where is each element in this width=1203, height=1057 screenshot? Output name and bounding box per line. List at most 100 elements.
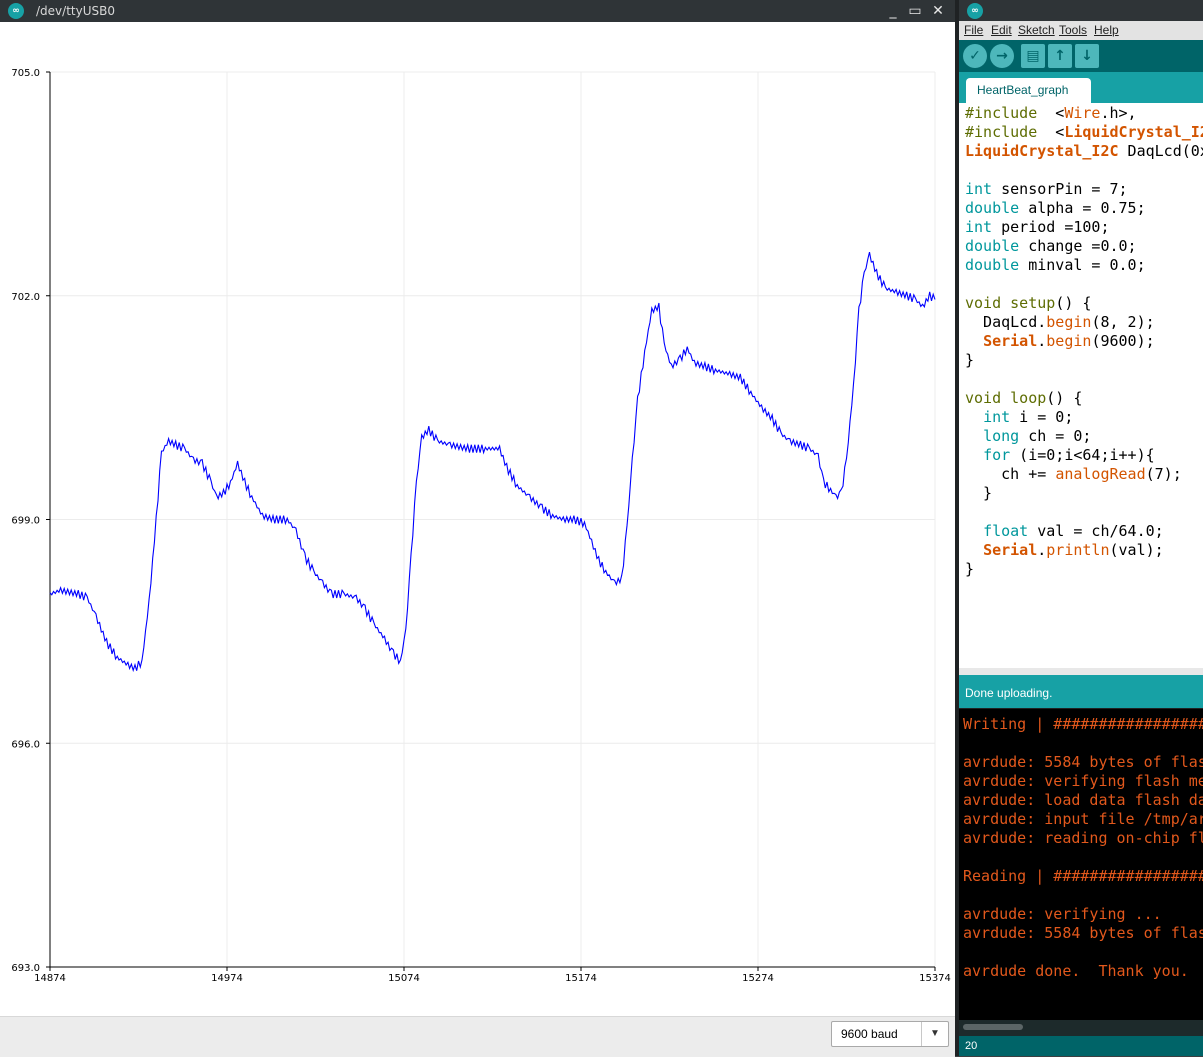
code-token: for: [983, 446, 1011, 464]
console-line: avrdude: reading on-chip flash data:: [963, 829, 1203, 847]
chart-ticks: 14874 14974 15074 15174 15274 15374 705.0 702.0…: [11, 68, 951, 984]
console-line: avrdude done. Thank you.: [963, 962, 1189, 980]
tab-heartbeat-graph[interactable]: HeartBeat_graph: [966, 78, 1091, 103]
code-line[interactable]: Serial.begin(9600);: [965, 332, 1155, 350]
code-line[interactable]: #include <LiquidCrystal_I2C.h>: [965, 123, 1203, 141]
code-token: (9600);: [1091, 332, 1155, 350]
code-line[interactable]: }: [965, 484, 992, 502]
menu-sketch[interactable]: Sketch: [1018, 23, 1055, 37]
menu-tools[interactable]: Tools: [1059, 23, 1087, 37]
plotter-titlebar: ∞ /dev/ttyUSB0 _ ▭ ✕: [0, 0, 955, 22]
code-token: Wire: [1064, 104, 1101, 122]
status-message: Done uploading.: [965, 686, 1053, 700]
editor-console-splitter[interactable]: [959, 668, 1203, 675]
baud-rate-select[interactable]: 9600 baud ▼: [831, 1021, 949, 1047]
serial-plot-chart: 14874 14974 15074 15174 15274 15374 705.0 702.0…: [11, 68, 951, 984]
code-token: DaqLcd.: [965, 313, 1047, 331]
checkmark-icon: ✓: [969, 48, 981, 64]
verify-button[interactable]: ✓: [963, 44, 987, 68]
code-line[interactable]: for (i=0;i<64;i++){: [965, 446, 1155, 464]
code-line[interactable]: int sensorPin = 7;: [965, 180, 1128, 198]
code-token: double: [965, 237, 1020, 255]
code-token: LiquidCrystal_I2C: [1064, 123, 1203, 141]
arduino-logo-icon: ∞: [967, 3, 983, 19]
baud-rate-value: 9600 baud: [841, 1027, 898, 1041]
code-line[interactable]: #include <Wire.h>,: [965, 104, 1137, 122]
code-line[interactable]: float val = ch/64.0;: [965, 522, 1164, 540]
code-token: () {: [1046, 389, 1083, 407]
menu-file[interactable]: File: [964, 23, 983, 37]
code-token: .: [1037, 332, 1047, 350]
new-sketch-button[interactable]: ▤: [1021, 44, 1045, 68]
arrow-down-icon: ↓: [1081, 48, 1093, 64]
code-line[interactable]: int i = 0;: [965, 408, 1073, 426]
sketch-source-code[interactable]: #include <Wire.h>, #include <LiquidCryst…: [965, 104, 1203, 579]
code-token: void: [965, 389, 1002, 407]
code-line[interactable]: }: [965, 560, 974, 578]
code-editor[interactable]: #include <Wire.h>, #include <LiquidCryst…: [959, 103, 1203, 668]
code-line[interactable]: Serial.println(val);: [965, 541, 1164, 559]
code-token: ch +=: [965, 465, 1056, 483]
open-button[interactable]: ↑: [1048, 44, 1072, 68]
console-line: Reading | ##############################…: [963, 867, 1203, 885]
line-number-bar: 20: [959, 1036, 1203, 1056]
code-token: int: [965, 218, 993, 236]
code-line[interactable]: double alpha = 0.75;: [965, 199, 1146, 217]
code-token: int: [983, 408, 1011, 426]
minimize-button[interactable]: _: [884, 2, 902, 20]
x-tick-label: 15374: [919, 973, 951, 984]
arduino-logo-icon: ∞: [8, 3, 24, 19]
new-file-icon: ▤: [1026, 48, 1040, 64]
code-token: (val);: [1109, 541, 1164, 559]
console-line: avrdude: 5584 bytes of flash written: [963, 753, 1203, 771]
code-token: void: [965, 294, 1002, 312]
code-token: (8, 2);: [1091, 313, 1155, 331]
x-tick-label: 14874: [34, 973, 66, 984]
chevron-down-icon[interactable]: ▼: [921, 1022, 948, 1046]
code-line[interactable]: void setup() {: [965, 294, 1091, 312]
code-token: (i=0;i<64;i++){: [1010, 446, 1155, 464]
console-line: avrdude: verifying flash memory against …: [963, 772, 1203, 790]
code-line[interactable]: ch += analogRead(7);: [965, 465, 1182, 483]
y-tick-label: 693.0: [11, 963, 40, 974]
maximize-button[interactable]: ▭: [906, 2, 924, 20]
code-token: period =100;: [992, 218, 1110, 236]
code-token: }: [965, 560, 975, 578]
scrollbar-thumb[interactable]: [963, 1024, 1023, 1030]
code-token: #include: [965, 123, 1038, 141]
code-line[interactable]: }: [965, 351, 974, 369]
console-line: Writing | ##############################…: [963, 715, 1203, 733]
save-button[interactable]: ↓: [1075, 44, 1099, 68]
code-line[interactable]: double change =0.0;: [965, 237, 1137, 255]
code-line[interactable]: DaqLcd.begin(8, 2);: [965, 313, 1155, 331]
x-tick-label: 15174: [565, 973, 597, 984]
code-token: }: [965, 484, 993, 502]
code-token: <: [1037, 123, 1065, 141]
arrow-up-icon: ↑: [1054, 48, 1066, 64]
arduino-ide-window: ∞ File Edit Sketch Tools Help ✓ → ▤ ↑ ↓ …: [959, 0, 1203, 1056]
window-title: /dev/ttyUSB0: [36, 4, 115, 18]
menu-help[interactable]: Help: [1094, 23, 1119, 37]
code-line[interactable]: void loop() {: [965, 389, 1082, 407]
console-line: avrdude: verifying ...: [963, 905, 1162, 923]
arrow-right-icon: →: [996, 48, 1008, 64]
close-button[interactable]: ✕: [929, 2, 947, 20]
serial-plotter-window: ∞ /dev/ttyUSB0 _ ▭ ✕ 14874 14974 15074 1517…: [0, 0, 955, 1057]
menu-edit[interactable]: Edit: [991, 23, 1012, 37]
code-token: float: [983, 522, 1029, 540]
code-line[interactable]: double minval = 0.0;: [965, 256, 1146, 274]
code-line[interactable]: LiquidCrystal_I2C DaqLcd(0x27, 16, 2);: [965, 142, 1203, 160]
code-token: int: [965, 180, 993, 198]
code-line[interactable]: long ch = 0;: [965, 427, 1091, 445]
code-token: Serial: [983, 332, 1038, 350]
code-line[interactable]: int period =100;: [965, 218, 1110, 236]
upload-button[interactable]: →: [990, 44, 1014, 68]
code-token: sensorPin = 7;: [992, 180, 1128, 198]
console-horizontal-scrollbar[interactable]: [959, 1020, 1203, 1036]
